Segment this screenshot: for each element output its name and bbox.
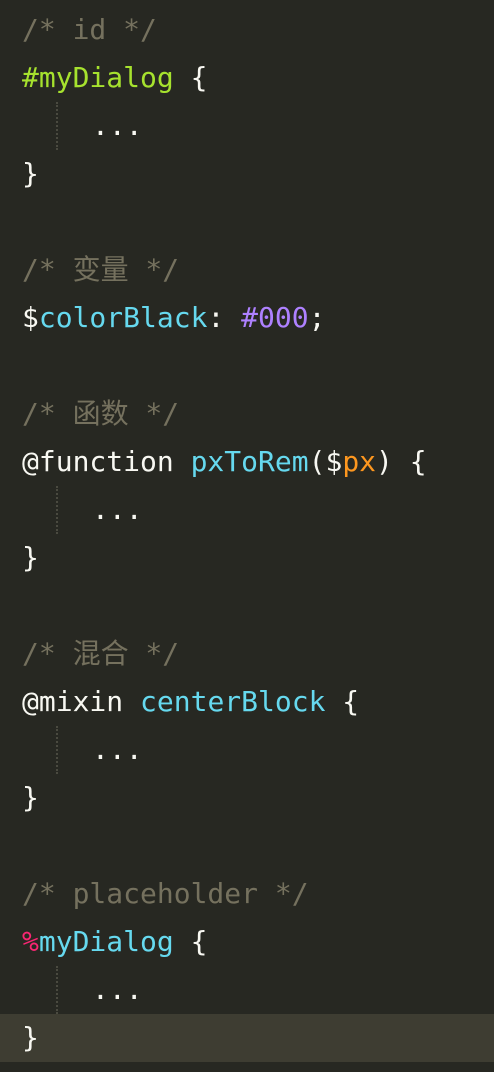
ellipsis: ... xyxy=(92,733,143,766)
placeholder-name: myDialog xyxy=(38,925,174,958)
code-line-comment-placeholder[interactable]: /* placeholder */ xyxy=(0,870,494,918)
comment-placeholder: /* placeholder */ xyxy=(22,877,309,910)
indent-guide xyxy=(56,726,58,774)
code-line-function-body[interactable]: ... xyxy=(0,486,494,534)
paren-close: ) xyxy=(376,445,393,478)
ellipsis: ... xyxy=(92,493,143,526)
mixin-name: centerBlock xyxy=(140,685,326,718)
comment-function: /* 函数 */ xyxy=(22,397,180,430)
code-line-mixin[interactable]: @mixin centerBlock { xyxy=(0,678,494,726)
paren-open: ( xyxy=(308,445,326,478)
code-line-comment-function[interactable]: /* 函数 */ xyxy=(0,390,494,438)
ellipsis: ... xyxy=(92,973,143,1006)
code-line-placeholder-body[interactable]: ... xyxy=(0,966,494,1014)
code-line-id-close[interactable]: } xyxy=(0,150,494,198)
code-line-mixin-body[interactable]: ... xyxy=(0,726,494,774)
close-brace: } xyxy=(22,541,39,574)
code-line-empty[interactable] xyxy=(0,342,494,390)
indent-guide xyxy=(56,486,58,534)
param-symbol: $ xyxy=(325,445,343,478)
code-line-function-close[interactable]: } xyxy=(0,534,494,582)
variable-name: colorBlack xyxy=(38,301,208,334)
code-line-placeholder-selector[interactable]: %myDialog { xyxy=(0,918,494,966)
code-editor[interactable]: /* id */ #myDialog { ... } /* 变量 */ $col… xyxy=(0,6,494,1062)
function-name: pxToRem xyxy=(190,445,309,478)
semicolon: ; xyxy=(308,301,326,334)
code-line-empty[interactable] xyxy=(0,198,494,246)
open-brace: { xyxy=(173,61,208,94)
code-line-function[interactable]: @function pxToRem($px) { xyxy=(0,438,494,486)
code-line-placeholder-close-current[interactable]: } xyxy=(0,1014,494,1062)
id-selector: #myDialog xyxy=(22,61,174,94)
open-brace: { xyxy=(392,445,427,478)
variable-symbol: $ xyxy=(22,301,39,334)
variable-value: #000 xyxy=(241,301,309,334)
code-line-variable[interactable]: $colorBlack: #000; xyxy=(0,294,494,342)
placeholder-symbol: % xyxy=(22,925,39,958)
colon: : xyxy=(207,301,242,334)
code-line-mixin-close[interactable]: } xyxy=(0,774,494,822)
function-param: px xyxy=(342,445,377,478)
comment-id: /* id */ xyxy=(22,13,157,46)
code-line-id-selector[interactable]: #myDialog { xyxy=(0,54,494,102)
close-brace: } xyxy=(22,781,39,814)
open-brace: { xyxy=(325,685,360,718)
code-line-empty[interactable] xyxy=(0,822,494,870)
close-brace: } xyxy=(22,157,39,190)
code-line-id-body[interactable]: ... xyxy=(0,102,494,150)
mixin-keyword: @mixin xyxy=(22,685,124,718)
code-line-comment-mixin[interactable]: /* 混合 */ xyxy=(0,630,494,678)
close-brace: } xyxy=(22,1021,39,1054)
code-line-comment-id[interactable]: /* id */ xyxy=(0,6,494,54)
indent-guide xyxy=(56,966,58,1014)
function-keyword: @function xyxy=(22,445,174,478)
comment-variable: /* 变量 */ xyxy=(22,253,180,286)
ellipsis: ... xyxy=(92,109,143,142)
indent-guide xyxy=(56,102,58,150)
code-line-empty[interactable] xyxy=(0,582,494,630)
comment-mixin: /* 混合 */ xyxy=(22,637,180,670)
open-brace: { xyxy=(173,925,208,958)
code-line-comment-variable[interactable]: /* 变量 */ xyxy=(0,246,494,294)
